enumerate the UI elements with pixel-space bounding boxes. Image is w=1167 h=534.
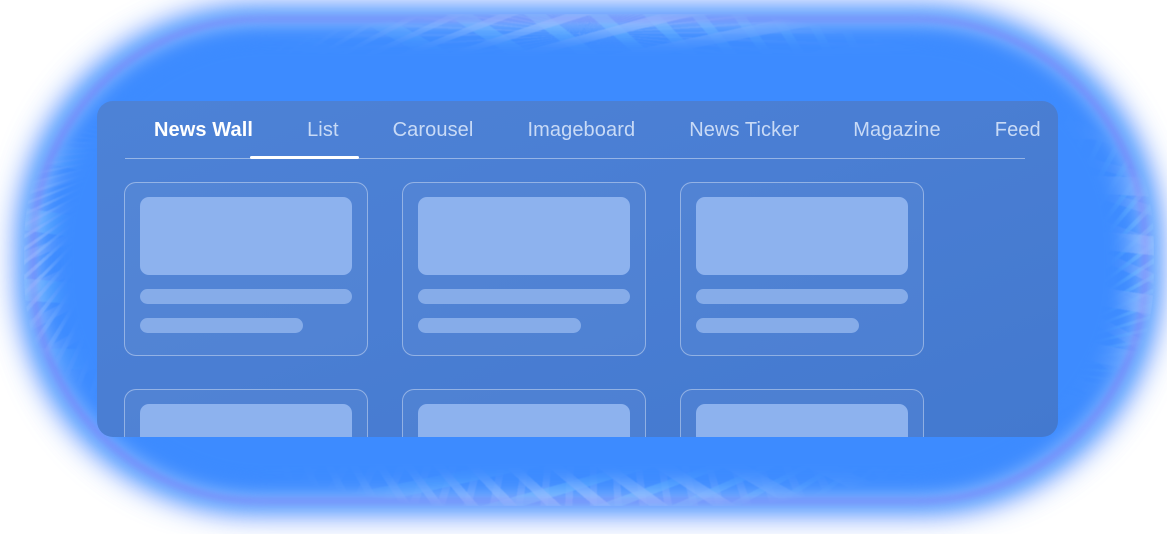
news-card[interactable] (680, 182, 924, 356)
card-thumbnail-placeholder (418, 197, 630, 275)
news-wall-card-grid (124, 182, 1058, 437)
card-thumbnail-placeholder (418, 404, 630, 437)
card-thumbnail-placeholder (696, 404, 908, 437)
news-card[interactable] (680, 389, 924, 437)
card-headline-placeholder (140, 289, 352, 304)
card-headline-placeholder (696, 289, 908, 304)
layout-preview-panel: News Wall Layout Preview News Wall List … (97, 101, 1058, 437)
card-thumbnail-placeholder (140, 404, 352, 437)
news-card[interactable] (124, 389, 368, 437)
layout-tab-bar: News Wall List Carousel Imageboard News … (97, 101, 1058, 163)
news-card[interactable] (402, 389, 646, 437)
tab-news-wall[interactable]: News Wall (125, 101, 280, 159)
screenshot-stage: News Wall Layout Preview News Wall List … (0, 0, 1167, 534)
tab-news-ticker[interactable]: News Ticker (662, 101, 826, 159)
news-card[interactable] (402, 182, 646, 356)
card-thumbnail-placeholder (696, 197, 908, 275)
tab-feed[interactable]: Feed (968, 101, 1058, 159)
active-tab-underline (250, 156, 359, 159)
tab-magazine[interactable]: Magazine (826, 101, 968, 159)
card-subtitle-placeholder (696, 318, 860, 333)
card-subtitle-placeholder (418, 318, 582, 333)
card-headline-placeholder (418, 289, 630, 304)
card-thumbnail-placeholder (140, 197, 352, 275)
card-subtitle-placeholder (140, 318, 304, 333)
tab-list[interactable]: List (280, 101, 366, 159)
tab-carousel[interactable]: Carousel (366, 101, 501, 159)
news-card[interactable] (124, 182, 368, 356)
tab-list: News Wall List Carousel Imageboard News … (125, 101, 1058, 159)
tab-imageboard[interactable]: Imageboard (500, 101, 662, 159)
